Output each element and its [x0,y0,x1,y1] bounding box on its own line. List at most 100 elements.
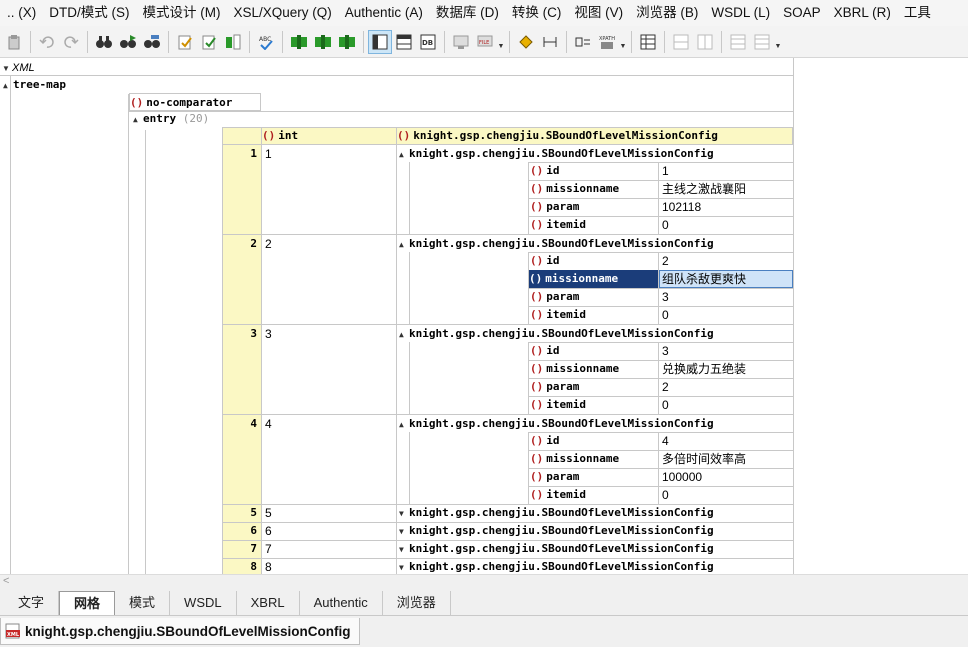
field-missionname[interactable]: () missionname [530,180,658,198]
toolbar-dropdown[interactable]: ▼ [619,31,627,53]
param-value-cell[interactable]: 2 [659,378,793,396]
param-value-cell[interactable]: 102118 [659,198,793,216]
validate-icon[interactable] [198,31,220,53]
entry-row[interactable]: ▲ entry (20) [133,110,333,128]
menu-tools[interactable]: 工具 [897,0,937,26]
expand-up-icon[interactable]: ▲ [133,111,143,128]
class-node-row[interactable]: ▲ knight.gsp.chengjiu.SBoundOfLevelMissio… [399,235,793,253]
menu-soap[interactable]: SOAP [776,0,827,26]
class-node-row-collapsed[interactable]: ▼ knight.gsp.chengjiu.SBoundOfLevelMissio… [399,558,793,574]
insert-attribute-icon[interactable] [515,31,537,53]
collapse-icon[interactable]: ▼ [2,60,12,76]
scroll-left-icon[interactable]: < [3,575,9,587]
tree-map-row[interactable]: ▲ tree-map [3,76,203,94]
field-itemid[interactable]: () itemid [530,216,658,234]
width-icon[interactable] [539,31,561,53]
no-comparator-cell[interactable]: () no-comparator [129,93,261,111]
id-value-cell[interactable]: 4 [659,432,793,450]
col-header-int[interactable]: () int [262,127,396,145]
itemid-value-cell[interactable]: 0 [659,396,793,414]
row-number[interactable]: 7 [222,540,261,558]
int-key-cell[interactable]: 3 [262,325,396,343]
menu-wsdl[interactable]: WSDL (L) [704,0,776,26]
itemid-value-cell[interactable]: 0 [659,486,793,504]
menu-xbrl[interactable]: XBRL (R) [827,0,897,26]
paste-icon[interactable] [3,31,25,53]
int-key-cell[interactable]: 4 [262,415,396,433]
int-key-cell[interactable]: 5 [262,504,396,522]
expand-up-icon[interactable]: ▲ [399,146,409,163]
int-key-cell[interactable]: 8 [262,558,396,574]
insert-row-icon[interactable] [670,31,692,53]
itemid-value-cell[interactable]: 0 [659,306,793,324]
xml-root-row[interactable]: ▼ XML [2,58,792,76]
row-number[interactable]: 4 [222,415,261,433]
row-number[interactable]: 6 [222,522,261,540]
class-node-row[interactable]: ▲ knight.gsp.chengjiu.SBoundOfLevelMissio… [399,325,793,343]
expand-down-icon[interactable]: ▼ [399,523,409,540]
ascending-sort-icon[interactable] [727,31,749,53]
field-param[interactable]: () param [530,378,658,396]
append-element-icon[interactable] [312,31,334,53]
class-node-row-collapsed[interactable]: ▼ knight.gsp.chengjiu.SBoundOfLevelMissio… [399,522,793,540]
id-value-cell[interactable]: 1 [659,162,793,180]
menu-convert[interactable]: 转换 (C) [505,0,568,26]
menu-view[interactable]: 视图 (V) [567,0,629,26]
expand-up-icon[interactable]: ▲ [399,416,409,433]
toolbar-dropdown[interactable]: ▼ [774,31,782,53]
menu-xsl-xquery[interactable]: XSL/XQuery (Q) [227,0,338,26]
tab-text[interactable]: 文字 [4,591,60,615]
int-key-cell[interactable]: 2 [262,235,396,253]
append-row-icon[interactable] [694,31,716,53]
table-view-icon[interactable] [393,31,415,53]
row-number[interactable]: 3 [222,325,261,343]
descending-sort-icon[interactable] [751,31,773,53]
db-view-icon[interactable]: DB [417,31,439,53]
field-id[interactable]: () id [530,342,658,360]
menu-database[interactable]: 数据库 (D) [429,0,505,26]
file-monitor-icon[interactable]: FILE [474,31,496,53]
field-itemid[interactable]: () itemid [530,486,658,504]
spellcheck-icon[interactable]: ABC [255,31,277,53]
grid-view-icon[interactable] [368,29,392,54]
int-key-cell[interactable]: 7 [262,540,396,558]
int-key-cell[interactable]: 6 [262,522,396,540]
row-number[interactable]: 5 [222,504,261,522]
schema-assign-icon[interactable] [222,31,244,53]
field-param[interactable]: () param [530,468,658,486]
class-node-row-collapsed[interactable]: ▼ knight.gsp.chengjiu.SBoundOfLevelMissio… [399,504,793,522]
field-missionname-selected[interactable]: () missionname [529,270,658,288]
redo-icon[interactable] [60,31,82,53]
missionname-value-cell-selected[interactable]: 组队杀敌更爽快 [659,270,793,288]
row-number[interactable]: 1 [222,145,261,163]
expand-up-icon[interactable]: ▲ [399,326,409,343]
missionname-value-cell[interactable]: 多倍时间效率高 [659,450,793,468]
menu-schema-design[interactable]: 模式设计 (M) [136,0,227,26]
table-icon[interactable] [637,31,659,53]
id-value-cell[interactable]: 3 [659,342,793,360]
expand-up-icon[interactable]: ▲ [399,236,409,253]
tab-browser[interactable]: 浏览器 [383,591,451,615]
int-key-cell[interactable]: 1 [262,145,396,163]
class-node-row[interactable]: ▲ knight.gsp.chengjiu.SBoundOfLevelMissio… [399,145,793,163]
find-next-icon[interactable] [117,31,139,53]
itemid-value-cell[interactable]: 0 [659,216,793,234]
field-param[interactable]: () param [530,198,658,216]
add-child-icon[interactable] [336,31,358,53]
col-header-class[interactable]: () knight.gsp.chengjiu.SBoundOfLevelMissi… [397,127,793,145]
grid-view[interactable]: ▼ XML ▲ tree-map () no-comparator ▲ entry (2… [0,58,968,574]
xpath-icon[interactable]: XPATH [596,31,618,53]
outline-icon[interactable] [572,31,594,53]
menu-browser[interactable]: 浏览器 (B) [629,0,704,26]
expand-down-icon[interactable]: ▼ [399,505,409,522]
document-tab[interactable]: XML knight.gsp.chengjiu.SBoundOfLevelMis… [0,618,360,645]
field-param[interactable]: () param [530,288,658,306]
class-node-row-collapsed[interactable]: ▼ knight.gsp.chengjiu.SBoundOfLevelMissio… [399,540,793,558]
toolbar-dropdown[interactable]: ▼ [497,31,505,53]
menu-authentic[interactable]: Authentic (A) [338,0,429,26]
param-value-cell[interactable]: 3 [659,288,793,306]
undo-icon[interactable] [36,31,58,53]
horizontal-scrollbar[interactable]: < [0,574,968,590]
field-itemid[interactable]: () itemid [530,396,658,414]
monitor-icon[interactable] [450,31,472,53]
